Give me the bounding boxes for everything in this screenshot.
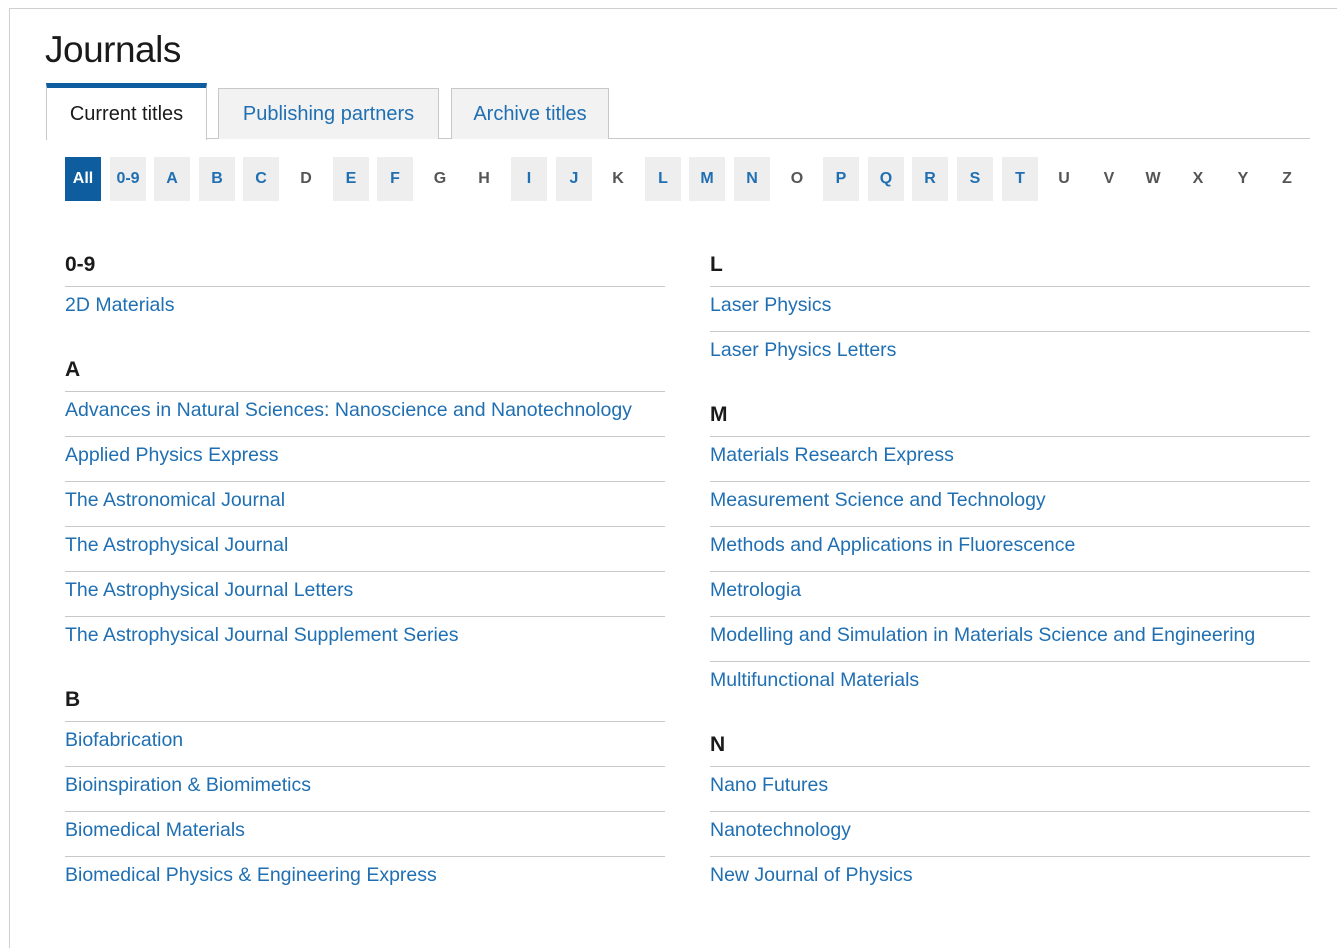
alphabet-letter-n[interactable]: N <box>734 157 770 201</box>
alphabet-letter-o[interactable]: O <box>779 157 815 201</box>
section-heading: L <box>710 245 1310 287</box>
journal-link[interactable]: Biofabrication <box>65 722 665 767</box>
page-title: Journals <box>45 29 181 70</box>
section-heading: N <box>710 725 1310 767</box>
journal-link[interactable]: Measurement Science and Technology <box>710 482 1310 527</box>
section-b: B Biofabrication Bioinspiration & Biomimet… <box>65 680 665 901</box>
journal-link[interactable]: Laser Physics Letters <box>710 332 1310 376</box>
alphabet-letter-e[interactable]: E <box>333 157 369 201</box>
journal-link[interactable]: The Astrophysical Journal <box>65 527 665 572</box>
journal-link[interactable]: Biomedical Materials <box>65 812 665 857</box>
alphabet-letter-v[interactable]: V <box>1091 157 1127 201</box>
alphabet-letter-t[interactable]: T <box>1002 157 1038 201</box>
section-heading: 0-9 <box>65 245 665 287</box>
journal-link[interactable]: Laser Physics <box>710 287 1310 332</box>
journal-link[interactable]: The Astronomical Journal <box>65 482 665 527</box>
journal-link[interactable]: Bioinspiration & Biomimetics <box>65 767 665 812</box>
alphabet-letter-i[interactable]: I <box>511 157 547 201</box>
section-0-9: 0-9 2D Materials <box>65 245 665 331</box>
alphabet-letter-g[interactable]: G <box>422 157 458 201</box>
alphabet-letter-s[interactable]: S <box>957 157 993 201</box>
alphabet-letter-l[interactable]: L <box>645 157 681 201</box>
journal-column-left: 0-9 2D Materials A Advances in Natural Scie… <box>65 245 665 920</box>
alphabet-letter-x[interactable]: X <box>1180 157 1216 201</box>
journal-column-right: L Laser Physics Laser Physics Letters M Mate… <box>710 245 1310 920</box>
alphabet-letter-h[interactable]: H <box>466 157 502 201</box>
alphabet-letter-q[interactable]: Q <box>868 157 904 201</box>
section-heading: B <box>65 680 665 722</box>
journal-link[interactable]: The Astrophysical Journal Supplement Ser… <box>65 617 665 661</box>
alphabet-letter-d[interactable]: D <box>288 157 324 201</box>
alphabet-letter-p[interactable]: P <box>823 157 859 201</box>
tab-publishing-partners[interactable]: Publishing partners <box>218 88 439 139</box>
alphabet-letter-r[interactable]: R <box>912 157 948 201</box>
alphabet-letter-y[interactable]: Y <box>1225 157 1261 201</box>
journal-link[interactable]: Materials Research Express <box>710 437 1310 482</box>
journal-tabs: Current titles Publishing partners Archi… <box>46 83 1310 140</box>
journal-link[interactable]: Nano Futures <box>710 767 1310 812</box>
alphabet-letter-k[interactable]: K <box>600 157 636 201</box>
section-heading: A <box>65 350 665 392</box>
section-heading: M <box>710 395 1310 437</box>
section-l: L Laser Physics Laser Physics Letters <box>710 245 1310 376</box>
tab-current-titles[interactable]: Current titles <box>46 83 207 140</box>
alphabet-letter-all[interactable]: All <box>65 157 101 201</box>
alphabet-letter-z[interactable]: Z <box>1269 157 1305 201</box>
journal-link[interactable]: Methods and Applications in Fluorescence <box>710 527 1310 572</box>
journal-link[interactable]: New Journal of Physics <box>710 857 1310 901</box>
journal-link[interactable]: Advances in Natural Sciences: Nanoscienc… <box>65 392 665 437</box>
alphabet-letter-u[interactable]: U <box>1046 157 1082 201</box>
journal-link[interactable]: Nanotechnology <box>710 812 1310 857</box>
journal-link[interactable]: Metrologia <box>710 572 1310 617</box>
alphabet-letter-a[interactable]: A <box>154 157 190 201</box>
section-n: N Nano Futures Nanotechnology New Journal o… <box>710 725 1310 901</box>
section-a: A Advances in Natural Sciences: Nanoscien… <box>65 350 665 661</box>
alphabet-letter-b[interactable]: B <box>199 157 235 201</box>
alphabet-letter-c[interactable]: C <box>243 157 279 201</box>
journal-link[interactable]: Multifunctional Materials <box>710 662 1310 706</box>
journal-link[interactable]: Biomedical Physics & Engineering Express <box>65 857 665 901</box>
section-m: M Materials Research Express Measurement S… <box>710 395 1310 706</box>
tab-archive-titles[interactable]: Archive titles <box>451 88 609 139</box>
alphabet-letter-w[interactable]: W <box>1135 157 1171 201</box>
alphabet-letter-m[interactable]: M <box>689 157 725 201</box>
journal-link[interactable]: Modelling and Simulation in Materials Sc… <box>710 617 1310 662</box>
alphabet-letter-f[interactable]: F <box>377 157 413 201</box>
alphabet-letter-0-9[interactable]: 0-9 <box>110 157 146 201</box>
journal-link[interactable]: Applied Physics Express <box>65 437 665 482</box>
alphabet-letter-j[interactable]: J <box>556 157 592 201</box>
journal-link[interactable]: 2D Materials <box>65 287 665 331</box>
journal-link[interactable]: The Astrophysical Journal Letters <box>65 572 665 617</box>
